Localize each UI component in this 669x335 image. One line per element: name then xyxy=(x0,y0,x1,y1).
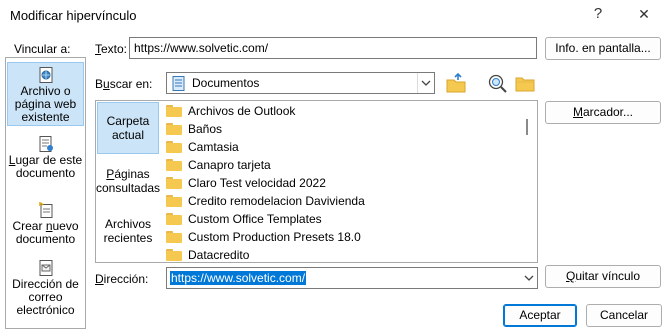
folder-icon xyxy=(166,123,182,135)
tab-current-folder[interactable]: Carpeta actual xyxy=(97,102,159,154)
folder-icon xyxy=(166,231,182,243)
tab-label: Carpeta actual xyxy=(106,114,150,142)
look-in-dropdown[interactable]: Documentos xyxy=(166,72,435,94)
tab-label: Páginas consultadas xyxy=(96,167,161,195)
address-value: https://www.solvetic.com/ xyxy=(170,271,307,285)
dialog-title: Modificar hipervínculo xyxy=(10,8,137,23)
folder-icon xyxy=(166,159,182,171)
link-type-label: Archivo o página web existente xyxy=(14,84,77,124)
text-input[interactable]: https://www.solvetic.com/ xyxy=(129,37,537,59)
link-type-new-document[interactable]: Crear nuevo documento xyxy=(6,202,85,252)
up-folder-icon[interactable] xyxy=(445,72,467,94)
link-type-this-document[interactable]: Lugar de este documento xyxy=(6,136,85,186)
web-page-icon xyxy=(39,67,52,83)
scrollbar-thumb[interactable] xyxy=(526,119,528,135)
tab-browsed-pages[interactable]: Páginas consultadas xyxy=(96,163,160,207)
file-browser-pane: Carpeta actual Páginas consultadas Archi… xyxy=(95,100,538,263)
folder-icon xyxy=(166,105,182,117)
email-icon xyxy=(39,260,52,276)
document-place-icon xyxy=(39,136,53,152)
list-item[interactable]: Baños xyxy=(166,120,526,138)
link-type-email[interactable]: Dirección de correo electrónico xyxy=(6,260,85,324)
tab-label: Archivos recientes xyxy=(103,217,153,245)
address-input[interactable]: https://www.solvetic.com/ xyxy=(166,267,538,289)
link-type-existing-file[interactable]: Archivo o página web existente xyxy=(7,62,84,126)
link-to-label: Vincular a: xyxy=(14,42,71,56)
new-document-icon xyxy=(38,202,52,218)
list-item[interactable]: Datacredito xyxy=(166,246,526,262)
text-label: Texto: xyxy=(95,42,128,56)
dropdown-button[interactable] xyxy=(521,268,537,288)
chevron-down-icon xyxy=(524,275,534,281)
list-item[interactable]: Camtasia xyxy=(166,138,526,156)
folder-icon xyxy=(166,213,182,225)
cancel-button[interactable]: Cancelar xyxy=(586,304,662,327)
list-item[interactable]: Claro Test velocidad 2022 xyxy=(166,174,526,192)
folder-icon xyxy=(166,177,182,189)
address-label: Dirección: xyxy=(95,272,149,286)
list-item[interactable]: Credito remodelacion Davivienda xyxy=(166,192,526,210)
look-in-value: Documentos xyxy=(192,76,260,90)
tab-recent-files[interactable]: Archivos recientes xyxy=(96,213,160,257)
folder-icon xyxy=(166,141,182,153)
ok-button[interactable]: Aceptar xyxy=(503,304,577,327)
browse-file-icon[interactable] xyxy=(514,72,536,94)
close-icon[interactable]: ✕ xyxy=(634,4,654,24)
screen-tip-button[interactable]: Info. en pantalla... xyxy=(545,37,661,60)
folder-icon xyxy=(166,249,182,261)
browse-tabs: Carpeta actual Páginas consultadas Archi… xyxy=(96,101,162,262)
bookmark-button[interactable]: Marcador... xyxy=(545,101,661,124)
folder-icon xyxy=(166,195,182,207)
list-item[interactable]: Canapro tarjeta xyxy=(166,156,526,174)
browse-web-icon[interactable] xyxy=(486,72,508,94)
documents-folder-icon xyxy=(172,76,185,91)
link-type-label: Lugar de este documento xyxy=(8,153,83,180)
help-icon[interactable]: ? xyxy=(588,4,608,24)
link-type-label: Crear nuevo documento xyxy=(12,219,79,246)
dropdown-button[interactable] xyxy=(417,73,434,93)
list-item[interactable]: Custom Production Presets 18.0 xyxy=(166,228,526,246)
remove-link-button[interactable]: Quitar vínculo xyxy=(545,265,661,288)
file-list: Archivos de Outlook Baños Camtasia Canap… xyxy=(166,102,526,262)
look-in-label: Buscar en: xyxy=(95,77,153,91)
chevron-down-icon xyxy=(421,80,431,86)
list-item[interactable]: Custom Office Templates xyxy=(166,210,526,228)
list-item[interactable]: Archivos de Outlook xyxy=(166,102,526,120)
link-type-pane: Archivo o página web existente Lugar de … xyxy=(5,57,86,329)
link-type-label: Dirección de correo electrónico xyxy=(12,277,79,317)
